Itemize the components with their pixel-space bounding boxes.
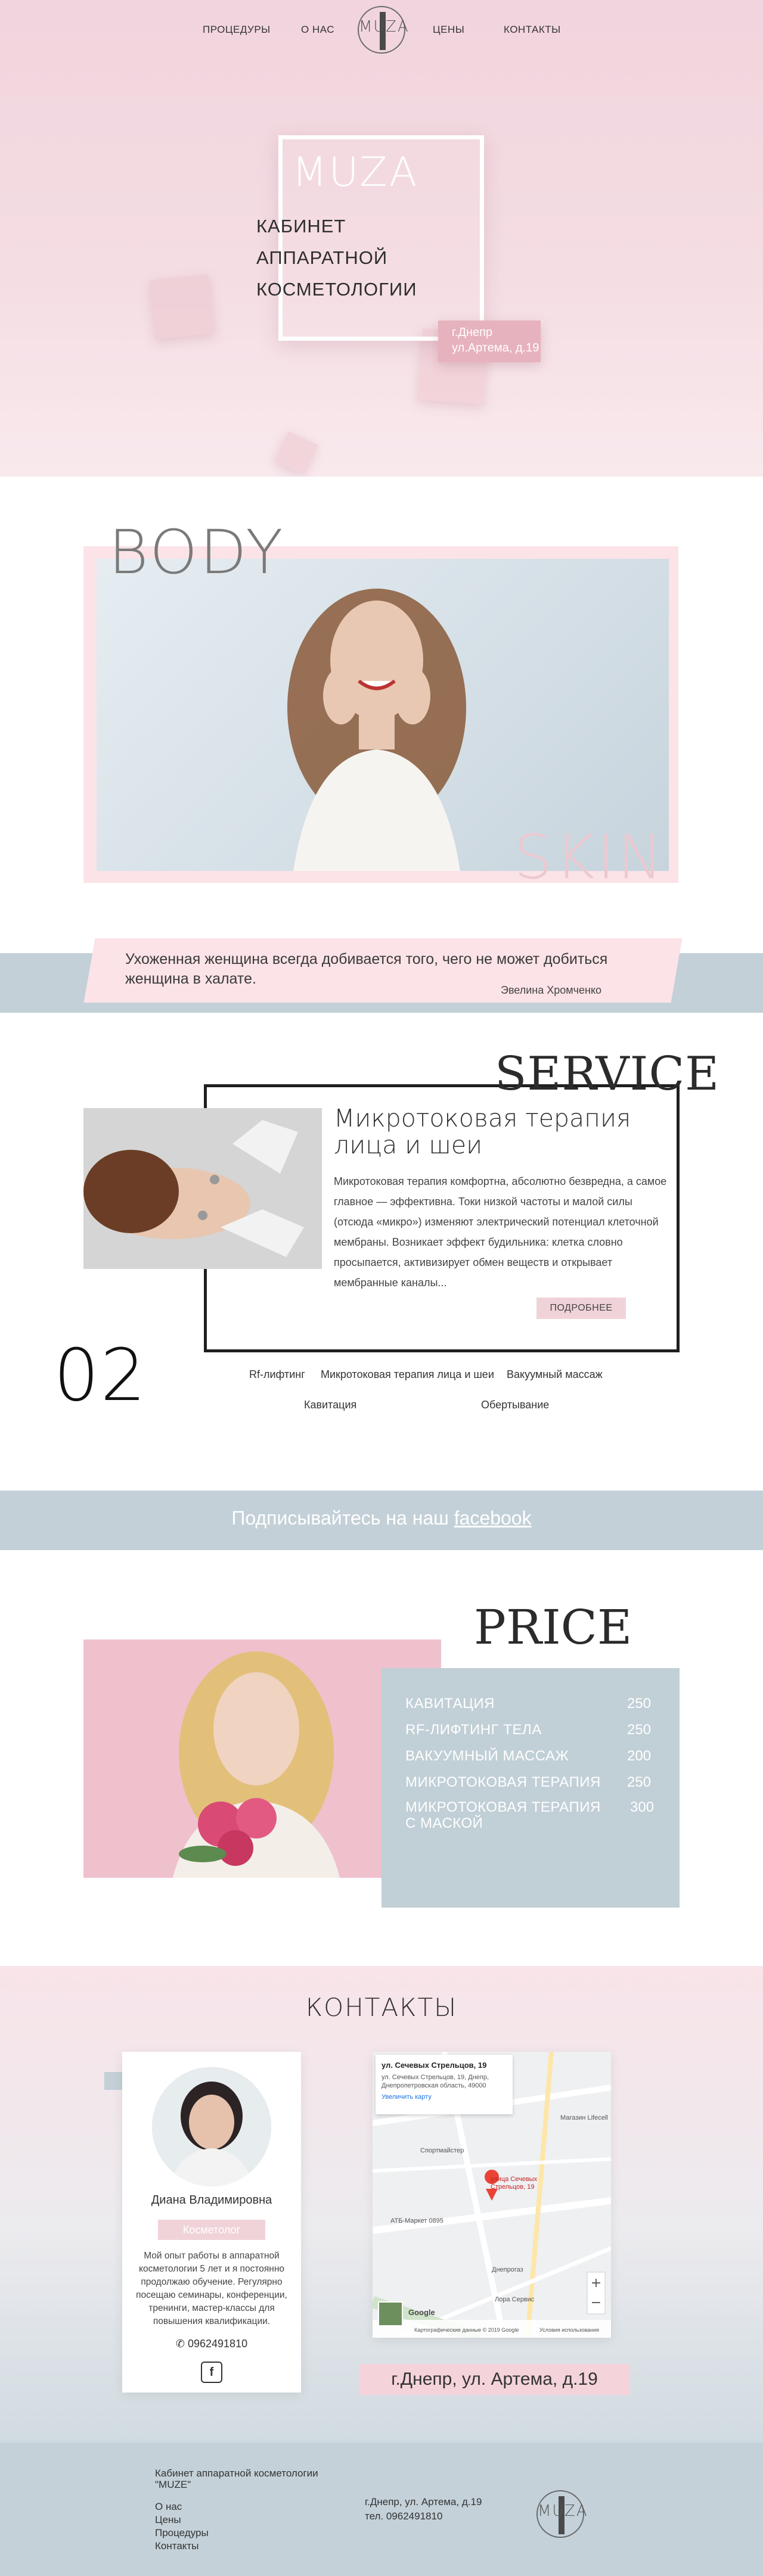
banner-word-body: BODY: [108, 517, 286, 588]
staff-bio: Мой опыт работы в аппаратной косметологи…: [136, 2251, 287, 2326]
decor-square: [274, 431, 319, 475]
footer-link-prices[interactable]: Цены: [155, 2514, 181, 2526]
price-item-name: МИКРОТОКОВАЯ ТЕРАПИЯ С МАСКОЙ: [405, 1799, 601, 1831]
footer-logo[interactable]: MUZA: [536, 2490, 588, 2538]
subscribe-text: Подписывайтесь на наш facebook: [0, 1507, 763, 1529]
hero-title-line: КОСМЕТОЛОГИИ: [256, 279, 417, 300]
map-place-card: ул. Сечевых Стрельцов, 19 ул. Сечевых Ст…: [376, 2055, 513, 2114]
hero-address-city: г.Днепр: [452, 326, 493, 339]
footer-link-about[interactable]: О нас: [155, 2501, 182, 2513]
price-item-name: МИКРОТОКОВАЯ ТЕРАПИЯ: [405, 1774, 601, 1790]
footer-link-procedures[interactable]: Процедуры: [155, 2527, 209, 2539]
contacts-title: КОНТАКТЫ: [305, 1993, 458, 2022]
microcurrent-procedure-photo: [83, 1108, 322, 1269]
phone-link[interactable]: ✆ 0962491810: [122, 2338, 301, 2350]
map-poi: Спортмайстер: [420, 2147, 464, 2154]
service-description: Микротоковая терапия комфортна, абсолютн…: [334, 1175, 667, 1289]
price-item-value: 250: [627, 1722, 652, 1738]
service-tab[interactable]: Кавитация: [304, 1399, 356, 1411]
facebook-icon[interactable]: f: [201, 2362, 222, 2383]
avatar: [152, 2067, 271, 2186]
map-enlarge-link[interactable]: Увеличить карту: [382, 2093, 507, 2101]
nav-about[interactable]: О НАС: [301, 24, 334, 36]
hero-title-line: АППАРАТНОЙ: [256, 247, 388, 268]
map-poi: Днепрогаз: [492, 2266, 523, 2273]
service-tab[interactable]: Микротоковая терапия лица и шеи: [321, 1368, 494, 1381]
price-item-value: 200: [627, 1748, 652, 1764]
footer-company: Кабинет аппаратной косметологии "MUZE": [155, 2468, 318, 2490]
subscribe-label: Подписывайтесь на наш: [231, 1507, 454, 1529]
staff-name: Диана Владимировна: [151, 2194, 272, 2207]
phone-icon: ✆: [175, 2338, 188, 2350]
more-button[interactable]: ПОДРОБНЕЕ: [536, 1298, 626, 1319]
footer-link-contacts[interactable]: Контакты: [155, 2540, 198, 2552]
hero-title-line: КАБИНЕТ: [256, 216, 346, 237]
map-marker-label: улица Сечевых Стрельцов, 19: [491, 2176, 538, 2191]
map-poi: Лора Сервис: [495, 2296, 535, 2303]
logo-text: MUZA: [359, 18, 410, 36]
map-place-title: ул. Сечевых Стрельцов, 19: [382, 2061, 487, 2070]
staff-role-badge: Косметолог: [158, 2220, 265, 2240]
price-item-name: ВАКУУМНЫЙ МАССАЖ: [405, 1748, 569, 1764]
facebook-link[interactable]: facebook: [454, 1507, 532, 1529]
service-tab[interactable]: Вакуумный массаж: [507, 1368, 603, 1381]
quote-author: Эвелина Хромченко: [501, 984, 602, 996]
map-poi: Магазин Lifecell: [560, 2114, 608, 2121]
logo[interactable]: MUZA: [358, 6, 410, 54]
map-terms-link[interactable]: Условия использования: [539, 2327, 599, 2333]
google-logo: Google: [408, 2308, 435, 2317]
footer: [0, 2443, 763, 2576]
banner-word-skin: SKIN: [514, 822, 666, 893]
hero-brand: MUZA: [292, 149, 419, 196]
footer-address: г.Днепр, ул. Артема, д.19: [365, 2496, 482, 2507]
service-tab[interactable]: Rf-лифтинг: [249, 1368, 305, 1381]
footer-phone: тел. 0962491810: [365, 2510, 443, 2522]
svg-text:+: +: [591, 2276, 601, 2291]
map-data-credit: Картографические данные © 2019 Google: [414, 2327, 519, 2333]
logo-text: MUZA: [538, 2502, 588, 2520]
price-item-name: КАВИТАЦИЯ: [405, 1695, 495, 1712]
price-item-name: RF-ЛИФТИНГ ТЕЛА: [405, 1722, 542, 1738]
hero-address-street: ул.Артема, д.19: [452, 341, 539, 354]
nav-prices[interactable]: ЦЕНЫ: [433, 24, 464, 36]
map-place-address: ул. Сечевых Стрельцов, 19, Днепр, Днепро…: [382, 2074, 489, 2089]
price-title: PRICE: [474, 1600, 632, 1655]
price-item-value: 300: [630, 1799, 655, 1815]
service-tab[interactable]: Обертывание: [481, 1399, 549, 1411]
nav-contacts[interactable]: КОНТАКТЫ: [504, 24, 561, 36]
quote-text: Ухоженная женщина всегда добивается того…: [125, 951, 608, 987]
slide-number: 02: [54, 1334, 147, 1417]
decor-square: [149, 274, 215, 340]
svg-text:−: −: [591, 2295, 601, 2310]
service-title: SERVICE: [495, 1047, 720, 1101]
service-name: Микротоковая терапия лица и шеи: [334, 1104, 631, 1159]
map-poi: АТБ-Маркет 0895: [390, 2217, 443, 2225]
address-badge: г.Днепр, ул. Артема, д.19: [359, 2364, 630, 2395]
price-item-value: 250: [627, 1695, 652, 1712]
nav-procedures[interactable]: ПРОЦЕДУРЫ: [203, 24, 271, 36]
phone-number: 0962491810: [187, 2338, 248, 2350]
price-item-value: 250: [627, 1774, 652, 1790]
